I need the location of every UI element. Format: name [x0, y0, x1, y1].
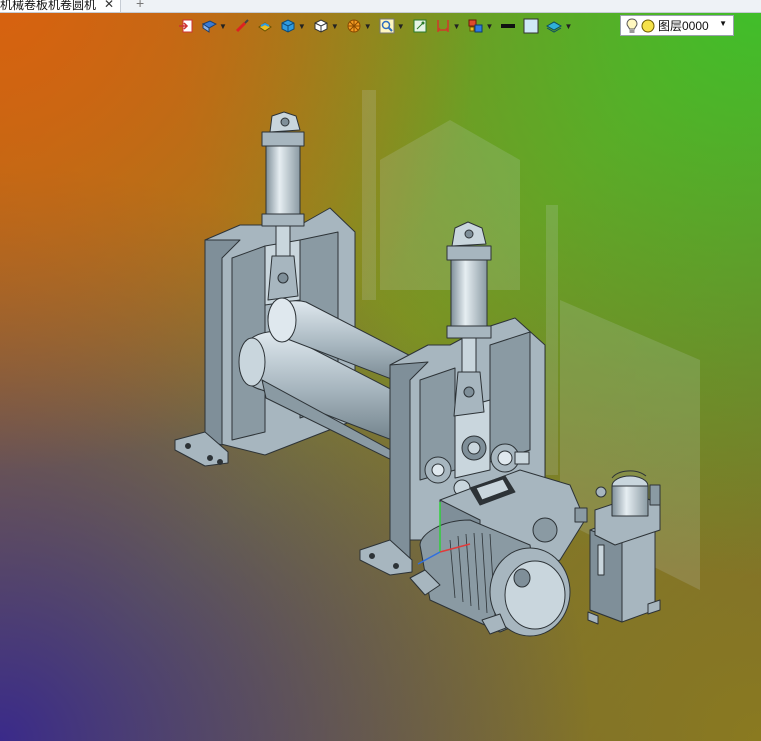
plate-rolling-machine-model[interactable]: [0, 0, 761, 741]
